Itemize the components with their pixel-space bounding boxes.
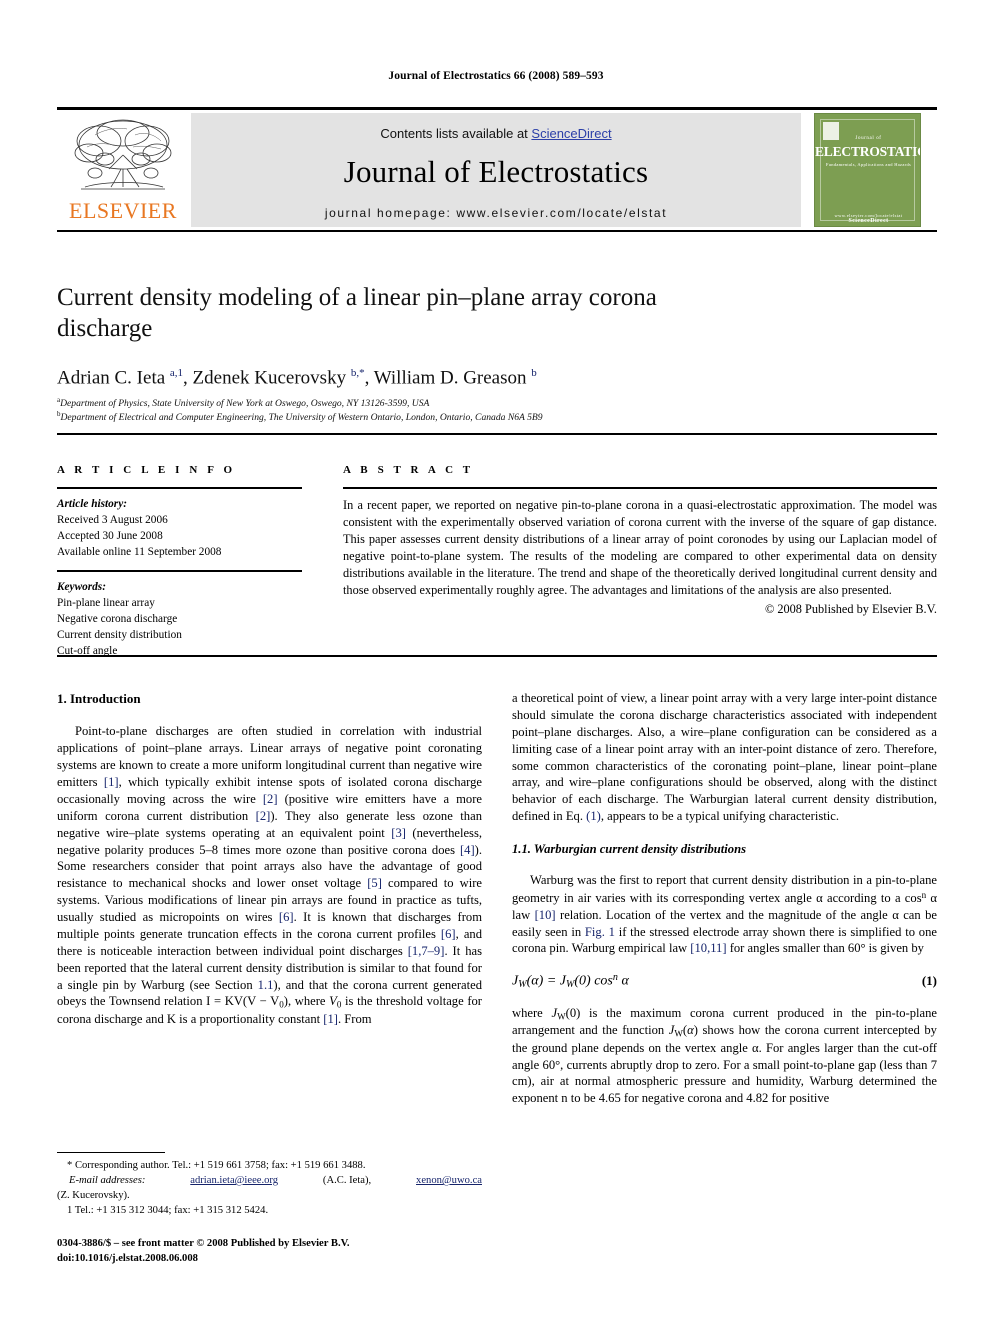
- paper-page: Journal of Electrostatics 66 (2008) 589–…: [0, 0, 992, 1323]
- affiliation-b: bDepartment of Electrical and Computer E…: [57, 409, 917, 425]
- paragraph: Warburg was the first to report that cur…: [512, 872, 938, 956]
- article-history-item: Accepted 30 June 2008: [57, 530, 163, 543]
- citation-ref[interactable]: 1.1: [258, 978, 274, 992]
- equation-1-number: (1): [921, 972, 937, 988]
- cover-subtitle: Fundamentals, Applications and Hazards: [825, 162, 912, 167]
- section-heading-introduction: 1. Introduction: [57, 691, 141, 706]
- keywords-block: Keywords: Pin-plane linear array Negativ…: [57, 579, 302, 659]
- cover-bottom-brand: ScienceDirect: [848, 218, 889, 224]
- abstract-rule: [343, 487, 937, 489]
- citation-ref[interactable]: (1): [586, 809, 601, 823]
- paragraph: where JW(0) is the maximum corona curren…: [512, 1005, 937, 1106]
- equation-1-row: JW(α) = JW(0) cosn α (1): [512, 971, 937, 992]
- citation-ref[interactable]: [5]: [367, 876, 382, 890]
- citation-ref[interactable]: [2]: [256, 809, 271, 823]
- footnote-email-owner-1: (A.C. Ieta),: [322, 1175, 372, 1187]
- article-history-item: Received 3 August 2006: [57, 514, 168, 527]
- article-history-item: Available online 11 September 2008: [57, 546, 222, 559]
- abstract-column: A B S T R A C T In a recent paper, we re…: [343, 464, 937, 617]
- article-history-label: Article history:: [57, 498, 127, 510]
- citation-ref[interactable]: [6]: [441, 927, 456, 941]
- keyword-item: Current density distribution: [57, 629, 182, 642]
- citation-ref[interactable]: [2]: [263, 792, 278, 806]
- abstract-copyright: © 2008 Published by Elsevier B.V.: [764, 601, 937, 616]
- figure-ref[interactable]: Fig. 1: [585, 925, 615, 939]
- journal-title: Journal of Electrostatics: [343, 154, 649, 189]
- email-link-kucerovsky[interactable]: xenon@uwo.ca: [416, 1173, 482, 1188]
- elsevier-tree-icon: [65, 115, 181, 199]
- citation-ref[interactable]: [3]: [391, 826, 406, 840]
- article-info-rule: [57, 487, 302, 489]
- affiliation-b-text: Department of Electrical and Computer En…: [60, 412, 543, 424]
- elsevier-wordmark: ELSEVIER: [69, 198, 177, 223]
- citation-ref[interactable]: [10,11]: [690, 941, 726, 955]
- title-block: Current density modeling of a linear pin…: [57, 283, 757, 344]
- masthead-bottom-rule: [57, 230, 937, 232]
- author-list: Adrian C. Ieta a,1, Zdenek Kucerovsky b,…: [57, 367, 537, 389]
- body-column-left: 1. Introduction Point-to-plane discharge…: [57, 690, 482, 1028]
- article-info-column: A R T I C L E I N F O Article history: R…: [57, 464, 302, 659]
- footnote-email-label: E-mail addresses:: [69, 1175, 146, 1187]
- rule-under-authors: [57, 433, 937, 435]
- footnote-email-row: E-mail addresses: adrian.ieta@ieee.org (…: [57, 1173, 482, 1188]
- footnote-email-owner-2: (Z. Kucerovsky).: [57, 1190, 130, 1202]
- issn-copyright-block: 0304-3886/$ – see front matter © 2008 Pu…: [57, 1236, 537, 1267]
- journal-cover-thumbnail: Journal of ELECTROSTATICS Fundamentals, …: [814, 113, 921, 227]
- citation-ref[interactable]: [1,7–9]: [408, 944, 445, 958]
- keyword-item: Pin-plane linear array: [57, 597, 155, 610]
- cover-title: ELECTROSTATICS: [815, 144, 920, 159]
- journal-masthead: ELSEVIER Contents lists available at Sci…: [57, 107, 937, 232]
- contents-available-line: Contents lists available at ScienceDirec…: [191, 113, 801, 141]
- sciencedirect-link[interactable]: ScienceDirect: [531, 126, 611, 141]
- issn-line: 0304-3886/$ – see front matter © 2008 Pu…: [57, 1238, 350, 1249]
- footnote-corresponding-author: * Corresponding author. Tel.: +1 519 661…: [67, 1160, 366, 1171]
- body-column-right: a theoretical point of view, a linear po…: [512, 690, 937, 1107]
- rule-under-abstract: [57, 655, 937, 657]
- footnote-rule: [57, 1152, 165, 1153]
- citation-ref[interactable]: [1]: [104, 775, 119, 789]
- abstract-heading: A B S T R A C T: [343, 464, 474, 476]
- paragraph: a theoretical point of view, a linear po…: [512, 691, 937, 824]
- contents-prefix: Contents lists available at: [380, 126, 532, 141]
- running-head: Journal of Electrostatics 66 (2008) 589–…: [388, 70, 604, 82]
- citation-ref[interactable]: [6]: [279, 910, 294, 924]
- masthead-center-panel: Contents lists available at ScienceDirec…: [191, 113, 801, 227]
- article-info-heading: A R T I C L E I N F O: [57, 464, 236, 476]
- email-link-ieta[interactable]: adrian.ieta@ieee.org: [190, 1173, 278, 1188]
- affiliation-a-text: Department of Physics, State University …: [60, 398, 430, 410]
- article-history-block: Article history: Received 3 August 2006 …: [57, 496, 302, 560]
- footnote-block: * Corresponding author. Tel.: +1 519 661…: [57, 1158, 482, 1218]
- elsevier-logo: ELSEVIER: [65, 115, 181, 229]
- footnote-note-1: 1 Tel.: +1 315 312 3044; fax: +1 315 312…: [67, 1205, 269, 1217]
- citation-ref[interactable]: [4]: [460, 843, 475, 857]
- journal-homepage[interactable]: journal homepage: www.elsevier.com/locat…: [191, 206, 801, 220]
- keywords-label: Keywords:: [57, 581, 106, 594]
- keyword-item: Negative corona discharge: [57, 613, 178, 626]
- citation-ref[interactable]: [1]: [323, 1012, 338, 1026]
- page-title: Current density modeling of a linear pin…: [57, 284, 657, 342]
- doi-line: doi:10.1016/j.elstat.2008.06.008: [57, 1253, 198, 1265]
- equation-1-body: JW(α) = JW(0) cosn α: [512, 972, 629, 991]
- masthead-top-rule: [57, 107, 937, 110]
- section-heading-warburgian: 1.1. Warburgian current density distribu…: [512, 842, 746, 856]
- abstract-text: In a recent paper, we reported on negati…: [343, 498, 937, 597]
- citation-ref[interactable]: [10]: [535, 908, 556, 922]
- cover-small-top: Journal of: [855, 136, 882, 141]
- keywords-rule: [57, 570, 302, 573]
- paragraph: Point-to-plane discharges are often stud…: [57, 724, 483, 1026]
